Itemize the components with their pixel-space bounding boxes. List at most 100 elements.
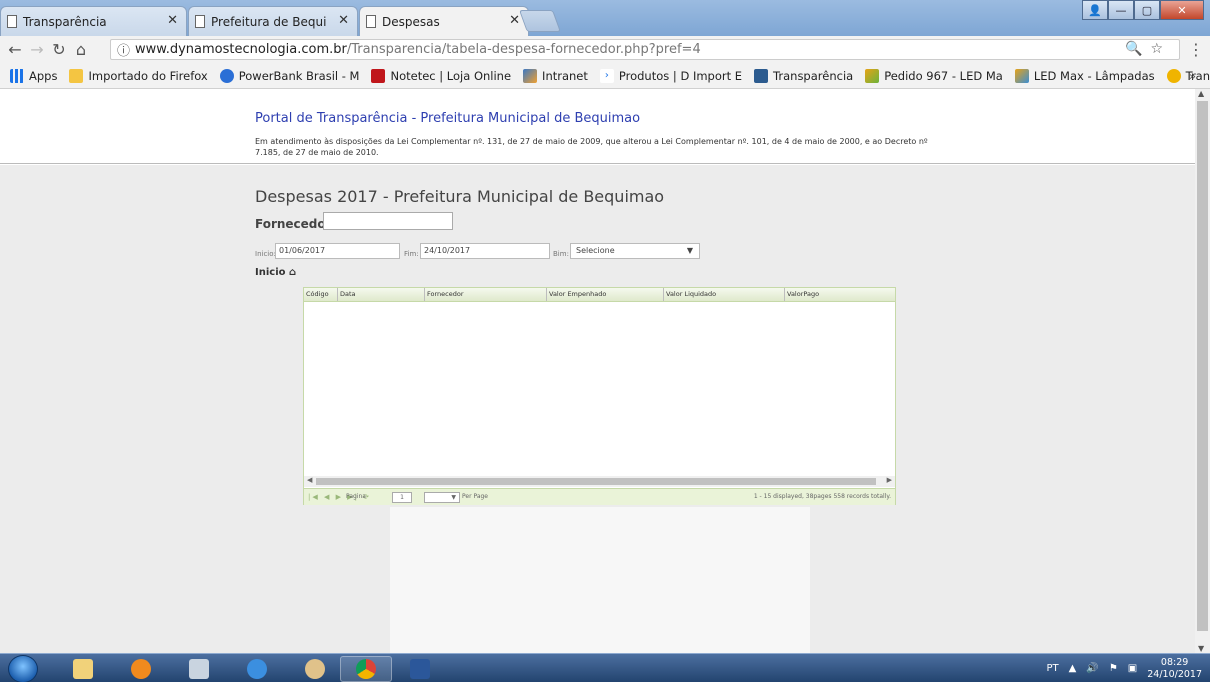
bookmark-dimport[interactable]: › Produtos | D Import E: [599, 68, 743, 83]
show-hidden-icons-icon[interactable]: ▲: [1069, 663, 1077, 674]
maximize-button[interactable]: ▢: [1134, 0, 1160, 20]
url-host: www.dynamostecnologia.com.br: [135, 42, 347, 57]
page-header: Portal de Transparência - Prefeitura Mun…: [0, 89, 1195, 164]
taskbar-media-player[interactable]: [116, 656, 166, 682]
clock-time: 08:29: [1160, 656, 1189, 668]
tab-prefeitura[interactable]: Prefeitura de Bequimão - I ✕: [188, 6, 358, 36]
language-indicator[interactable]: PT: [1047, 663, 1059, 674]
page-icon: [366, 15, 376, 28]
portal-title[interactable]: Portal de Transparência - Prefeitura Mun…: [255, 111, 640, 126]
bookmark-label: Importado do Firefox: [88, 68, 208, 83]
bookmark-label: Produtos | D Import E: [618, 68, 743, 83]
dimport-icon: ›: [599, 68, 614, 83]
browser-menu-icon[interactable]: ⋮: [1188, 40, 1204, 59]
bookmark-label: Intranet: [542, 68, 588, 83]
windows-taskbar: PT ▲ 🔊 ⚑ ▣ 08:29 24/10/2017: [0, 653, 1210, 682]
bookmark-label: Transparência: [773, 68, 854, 83]
new-tab-button[interactable]: [518, 10, 562, 32]
dropdown-arrow-icon: ▼: [686, 246, 693, 255]
per-page-select[interactable]: ▼: [424, 492, 460, 503]
bookmark-notetec[interactable]: Notetec | Loja Online: [371, 68, 512, 83]
grid-pager: |◀ ◀ ▶ ▶| ⟳ Pagina 1 ▼ Per Page 1 - 15 d…: [304, 488, 895, 505]
taskbar-chrome[interactable]: [340, 656, 392, 682]
minimize-button[interactable]: —: [1108, 0, 1134, 20]
bookmark-label: Notetec | Loja Online: [390, 68, 512, 83]
taskbar-paint[interactable]: [290, 656, 340, 682]
powerbank-icon: [219, 68, 234, 83]
scroll-down-icon[interactable]: ▼: [1198, 644, 1204, 653]
network-icon[interactable]: ▣: [1128, 663, 1137, 674]
taskbar-calculator[interactable]: [174, 656, 224, 682]
media-player-icon: [131, 659, 151, 679]
bookmark-transparencia[interactable]: Transparência: [754, 68, 854, 83]
tab-transparencia[interactable]: Transparência ✕: [0, 6, 187, 36]
home-icon[interactable]: ⌂: [70, 40, 92, 59]
page-vertical-scrollbar[interactable]: ▲ ▼: [1195, 89, 1210, 653]
forward-arrow-icon[interactable]: →: [26, 40, 48, 59]
page-title: Despesas 2017 - Prefeitura Municipal de …: [255, 187, 665, 206]
star-icon[interactable]: ☆: [1150, 41, 1171, 57]
omnibox-actions: 🔍☆: [1125, 41, 1171, 57]
cube-icon: [1014, 68, 1029, 83]
tab-despesas[interactable]: Despesas ✕: [359, 6, 529, 37]
breadcrumb[interactable]: Inicio ⌂: [255, 267, 296, 278]
inicio-date-input[interactable]: 01/06/2017: [275, 243, 400, 259]
col-header-data[interactable]: Data: [337, 288, 424, 301]
close-tab-icon[interactable]: ✕: [509, 13, 520, 28]
tab-label: Transparência: [23, 14, 107, 29]
user-icon[interactable]: 👤: [1082, 0, 1108, 20]
scroll-right-icon[interactable]: ▶: [887, 476, 892, 484]
address-bar[interactable]: ⓘ www.dynamostecnologia.com.br/Transpare…: [110, 39, 1180, 60]
col-header-codigo[interactable]: Código: [304, 288, 337, 301]
scroll-thumb[interactable]: [1197, 101, 1208, 631]
tab-label: Despesas: [382, 15, 440, 29]
pagina-label: Pagina: [346, 493, 366, 500]
close-tab-icon[interactable]: ✕: [338, 13, 349, 28]
bookmark-label: Apps: [29, 68, 58, 83]
clock-date: 24/10/2017: [1147, 668, 1202, 680]
bookmark-powerbank[interactable]: PowerBank Brasil - M: [219, 68, 360, 83]
browser-toolbar: ← → ↻ ⌂ ⓘ www.dynamostecnologia.com.br/T…: [0, 36, 1210, 63]
grid-horizontal-scrollbar[interactable]: ◀ ▶: [304, 476, 895, 487]
close-tab-icon[interactable]: ✕: [167, 13, 178, 28]
page-number-input[interactable]: 1: [392, 492, 412, 503]
breadcrumb-inicio: Inicio: [255, 267, 286, 278]
bookmark-label: PowerBank Brasil - M: [238, 68, 360, 83]
zoom-icon[interactable]: 🔍: [1125, 41, 1150, 57]
bookmark-folder-firefox[interactable]: Importado do Firefox: [69, 68, 208, 83]
start-button[interactable]: [8, 655, 38, 682]
bookmark-ledmax[interactable]: LED Max - Lâmpadas: [1014, 68, 1155, 83]
taskbar-word[interactable]: [395, 656, 445, 682]
expenses-grid: Código Data Fornecedor Valor Empenhado V…: [303, 287, 896, 505]
volume-icon[interactable]: 🔊: [1086, 663, 1098, 674]
fim-date-input[interactable]: 24/10/2017: [420, 243, 550, 259]
taskbar-internet-explorer[interactable]: [232, 656, 282, 682]
col-header-valor-pago[interactable]: ValorPago: [784, 288, 895, 301]
scroll-up-icon[interactable]: ▲: [1198, 89, 1204, 98]
more-bookmarks-icon[interactable]: »: [1189, 69, 1196, 83]
back-arrow-icon[interactable]: ←: [4, 40, 26, 59]
col-header-valor-liquidado[interactable]: Valor Liquidado: [663, 288, 784, 301]
pager-info: 1 - 15 displayed, 38pages 558 records to…: [753, 493, 891, 500]
action-center-flag-icon[interactable]: ⚑: [1109, 663, 1118, 674]
taskbar-explorer[interactable]: [58, 656, 108, 682]
col-header-fornecedor[interactable]: Fornecedor: [424, 288, 546, 301]
bookmark-pedido[interactable]: Pedido 967 - LED Ma: [865, 68, 1003, 83]
folder-icon: [69, 68, 84, 83]
scroll-thumb[interactable]: [316, 478, 876, 485]
scroll-left-icon[interactable]: ◀: [307, 476, 312, 484]
bookmark-label: LED Max - Lâmpadas: [1033, 68, 1155, 83]
clock[interactable]: 08:29 24/10/2017: [1147, 657, 1202, 681]
bim-select[interactable]: Selecione ▼: [570, 243, 700, 259]
transparencia-icon: [754, 68, 769, 83]
bookmark-apps[interactable]: Apps: [10, 68, 58, 83]
reload-icon[interactable]: ↻: [48, 40, 70, 59]
info-icon[interactable]: ⓘ: [117, 40, 130, 59]
col-header-valor-empenhado[interactable]: Valor Empenhado: [546, 288, 663, 301]
content-column: [390, 507, 810, 653]
close-window-button[interactable]: ✕: [1160, 0, 1204, 20]
fornecedor-input[interactable]: [323, 212, 453, 230]
bim-selected-value: Selecione: [576, 246, 615, 255]
bookmark-intranet[interactable]: Intranet: [523, 68, 588, 83]
internet-explorer-icon: [247, 659, 267, 679]
